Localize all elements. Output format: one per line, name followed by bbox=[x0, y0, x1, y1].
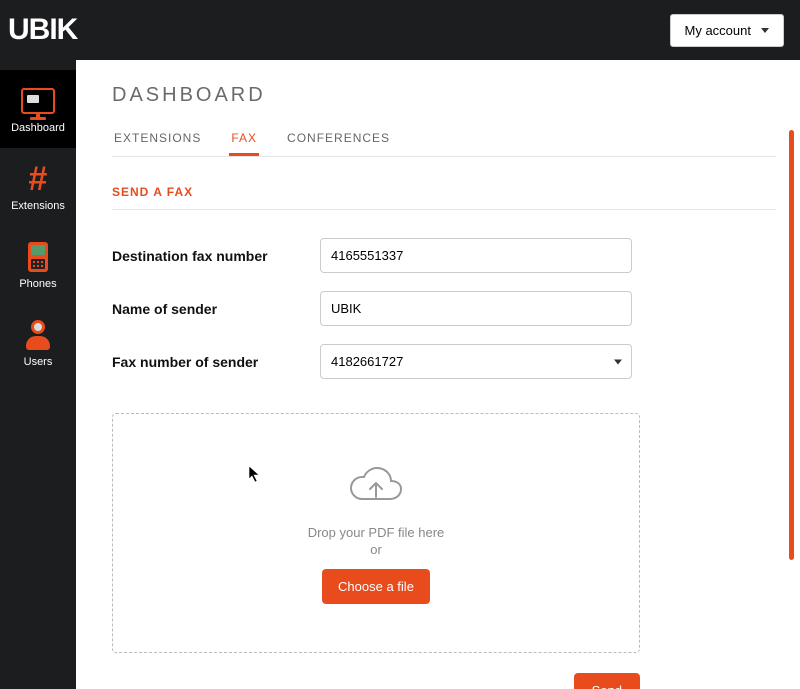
form-row-sender-fax: Fax number of sender 4182661727 bbox=[112, 344, 776, 379]
sender-fax-label: Fax number of sender bbox=[112, 354, 320, 370]
page-title: DASHBOARD bbox=[112, 84, 776, 107]
form-row-sender-name: Name of sender bbox=[112, 291, 776, 326]
caret-down-icon bbox=[761, 28, 769, 33]
sidebar-item-label: Extensions bbox=[11, 200, 65, 212]
tabs: EXTENSIONS FAX CONFERENCES bbox=[112, 123, 776, 157]
sidebar-item-phones[interactable]: Phones bbox=[0, 226, 76, 304]
my-account-dropdown[interactable]: My account bbox=[670, 14, 784, 47]
choose-file-button[interactable]: Choose a file bbox=[322, 569, 430, 604]
form-row-destination: Destination fax number bbox=[112, 238, 776, 273]
main-content: DASHBOARD EXTENSIONS FAX CONFERENCES SEN… bbox=[76, 60, 800, 689]
sidebar: Dashboard # Extensions Phones Users bbox=[0, 60, 76, 689]
sidebar-item-label: Dashboard bbox=[11, 122, 65, 134]
destination-fax-input[interactable] bbox=[320, 238, 632, 273]
sender-name-input[interactable] bbox=[320, 291, 632, 326]
sender-fax-select-wrap: 4182661727 bbox=[320, 344, 632, 379]
hash-icon: # bbox=[20, 164, 56, 194]
monitor-icon bbox=[20, 86, 56, 116]
send-row: Send bbox=[112, 673, 640, 689]
dropzone-or: or bbox=[370, 542, 382, 557]
sender-fax-select[interactable]: 4182661727 bbox=[320, 344, 632, 379]
sidebar-item-dashboard[interactable]: Dashboard bbox=[0, 70, 76, 148]
phone-device-icon bbox=[20, 242, 56, 272]
user-icon bbox=[20, 320, 56, 350]
cloud-upload-icon bbox=[349, 463, 403, 507]
tab-extensions[interactable]: EXTENSIONS bbox=[112, 123, 203, 156]
section-heading: SEND A FAX bbox=[112, 185, 776, 210]
send-button[interactable]: Send bbox=[574, 673, 640, 689]
scrollbar[interactable] bbox=[789, 130, 794, 560]
destination-label: Destination fax number bbox=[112, 248, 320, 264]
sidebar-item-label: Users bbox=[24, 356, 53, 368]
tab-conferences[interactable]: CONFERENCES bbox=[285, 123, 392, 156]
app-logo: UBIK bbox=[8, 13, 77, 47]
sidebar-item-label: Phones bbox=[19, 278, 56, 290]
sidebar-item-extensions[interactable]: # Extensions bbox=[0, 148, 76, 226]
sender-name-label: Name of sender bbox=[112, 301, 320, 317]
file-dropzone[interactable]: Drop your PDF file here or Choose a file bbox=[112, 413, 640, 653]
dropzone-text: Drop your PDF file here bbox=[308, 525, 445, 540]
my-account-label: My account bbox=[685, 23, 751, 38]
tab-fax[interactable]: FAX bbox=[229, 123, 259, 156]
topbar: UBIK My account bbox=[0, 0, 800, 60]
sidebar-item-users[interactable]: Users bbox=[0, 304, 76, 382]
